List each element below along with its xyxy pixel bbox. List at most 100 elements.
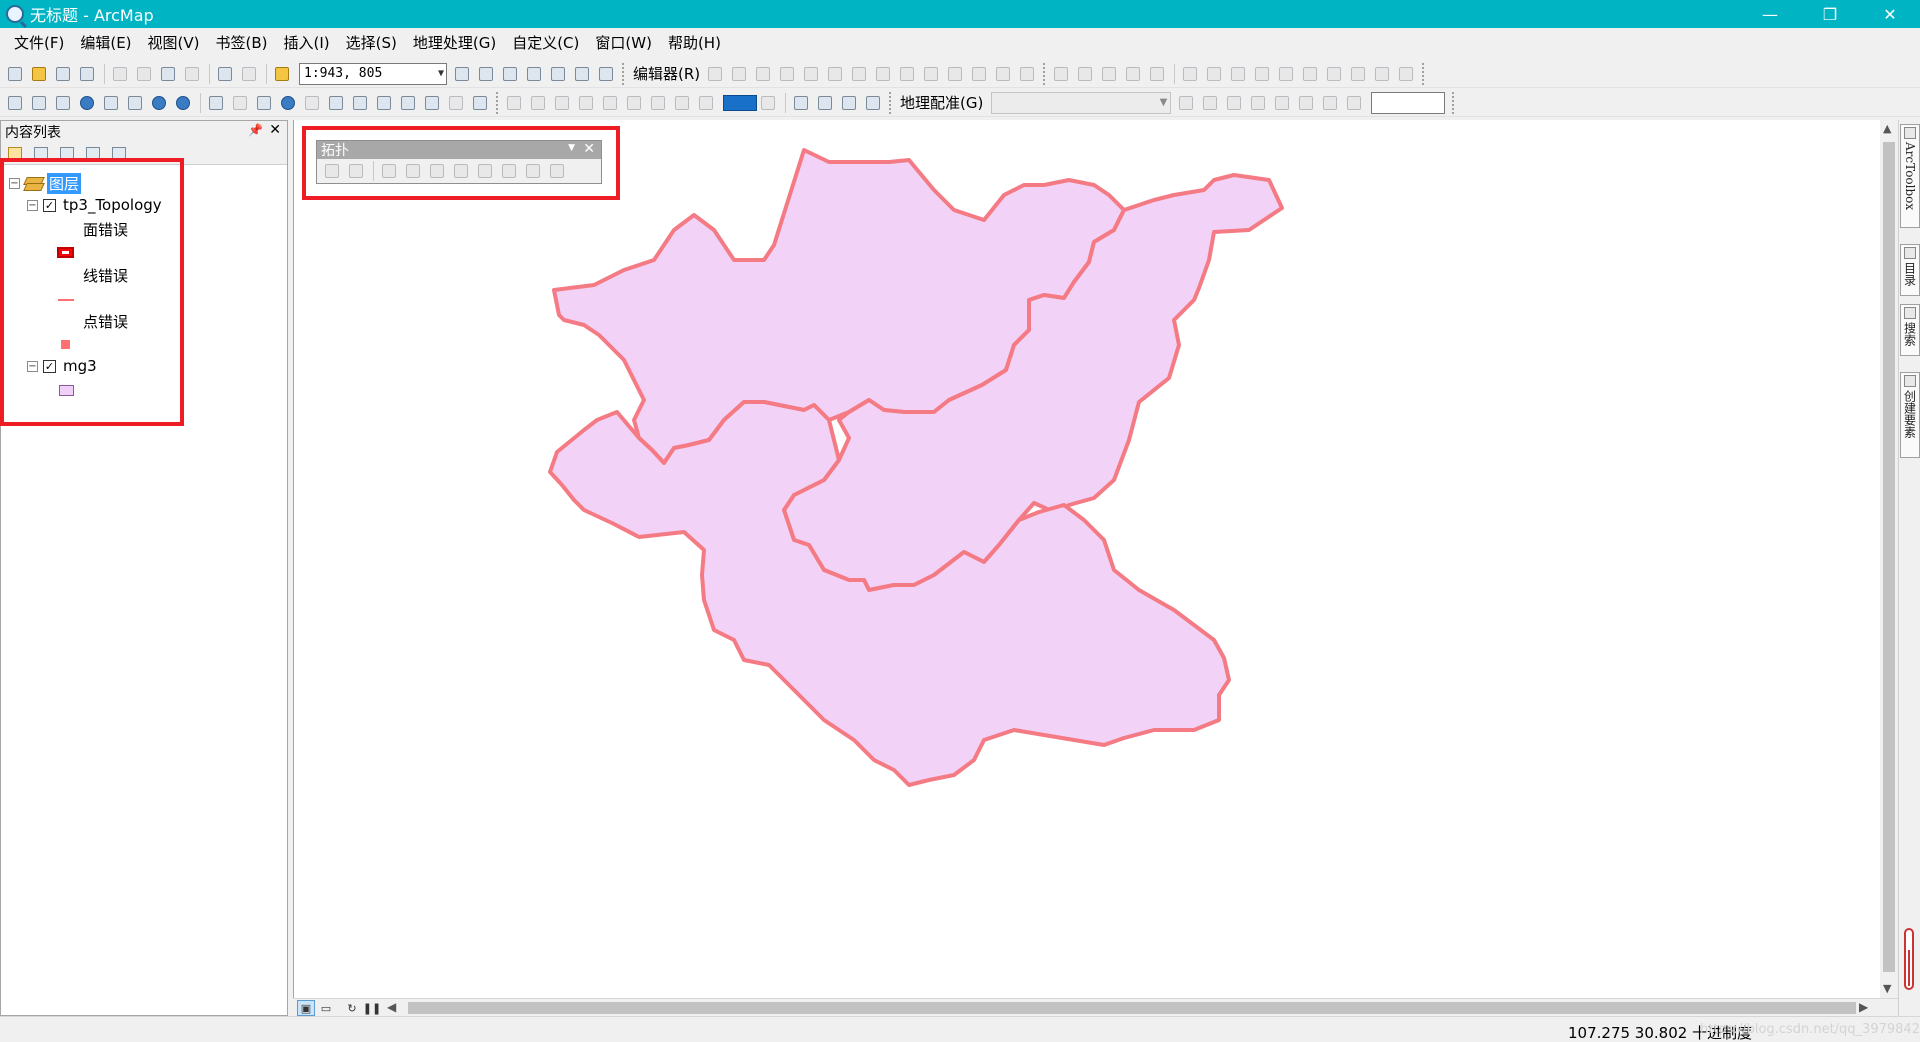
area-error-symbol[interactable] [57, 247, 74, 258]
snap-vertex-icon[interactable] [1098, 63, 1120, 85]
save-icon[interactable] [52, 63, 74, 85]
mg3-polygons[interactable] [548, 148, 1284, 787]
layout-zoom-in-icon[interactable] [503, 92, 525, 114]
extend-icon[interactable] [1275, 63, 1297, 85]
chevron-down-icon[interactable]: ▼ [1160, 97, 1168, 108]
planarize-lines-icon[interactable] [426, 160, 448, 182]
copy-icon[interactable] [133, 63, 155, 85]
layer-name[interactable]: tp3_Topology [63, 196, 162, 214]
list-by-drawing-order-icon[interactable] [5, 145, 25, 163]
editor-menu[interactable]: 编辑器(R) [633, 63, 700, 84]
model-builder-icon[interactable] [595, 63, 617, 85]
dock-tab-search[interactable]: 搜索 [1900, 304, 1920, 356]
delete-icon[interactable] [181, 63, 203, 85]
globe-icon[interactable] [1203, 63, 1225, 85]
data-driven-pages-icon[interactable] [862, 92, 884, 114]
chevron-down-icon[interactable]: ▼ [568, 143, 575, 153]
clear-selection-icon[interactable] [229, 92, 251, 114]
close-window-button[interactable]: ✕ [1860, 0, 1920, 28]
menu-selection[interactable]: 选择(S) [338, 28, 405, 58]
layer-visibility-checkbox[interactable]: ✓ [43, 198, 56, 212]
menu-edit[interactable]: 编辑(E) [72, 28, 139, 58]
straight-segment-icon[interactable] [752, 63, 774, 85]
find-route-icon[interactable] [397, 92, 419, 114]
list-by-source-icon[interactable] [31, 145, 51, 163]
scroll-left-icon[interactable]: ◀ [387, 1000, 396, 1014]
view-link-table-icon[interactable] [1319, 92, 1341, 114]
snap-point-icon[interactable] [1050, 63, 1072, 85]
change-layout-icon[interactable] [838, 92, 860, 114]
topology-edit-tool-icon[interactable] [345, 160, 367, 182]
toolbar-grip[interactable] [622, 62, 626, 85]
layers-root-row[interactable]: − 图层 [9, 173, 82, 194]
dock-tab-catalog[interactable]: 目录 [1900, 244, 1920, 296]
map-canvas[interactable] [294, 120, 1881, 1000]
vertical-scroll-thumb[interactable] [1883, 142, 1895, 972]
measure-icon[interactable] [349, 92, 371, 114]
menu-customize[interactable]: 自定义(C) [504, 28, 587, 58]
catalog-icon[interactable] [499, 63, 521, 85]
layout-back-icon[interactable] [671, 92, 693, 114]
map-view[interactable] [293, 120, 1880, 1000]
generalize-icon[interactable] [1371, 63, 1393, 85]
collapse-icon[interactable]: − [27, 199, 38, 211]
scroll-right-icon[interactable]: ▶ [1859, 1000, 1868, 1014]
layout-zoom-out-icon[interactable] [527, 92, 549, 114]
menu-help[interactable]: 帮助(H) [660, 28, 729, 58]
endpoint-arc-icon[interactable] [776, 63, 798, 85]
layout-forward-icon[interactable] [695, 92, 717, 114]
explode-icon[interactable] [1347, 63, 1369, 85]
cut-polygons-icon[interactable] [896, 63, 918, 85]
toolbar-grip[interactable] [1422, 62, 1426, 85]
map-topology-icon[interactable] [321, 160, 343, 182]
smooth-icon[interactable] [1395, 63, 1417, 85]
split-icon[interactable] [920, 63, 942, 85]
trim-icon[interactable] [1299, 63, 1321, 85]
go-forward-icon[interactable] [172, 92, 194, 114]
error-inspector-icon[interactable] [546, 160, 568, 182]
edit-annotation-icon[interactable] [728, 63, 750, 85]
minimize-button[interactable]: — [1740, 0, 1800, 28]
open-folder-icon[interactable] [28, 63, 50, 85]
toolbar-grip[interactable] [1452, 91, 1456, 114]
fixed-zoom-in-icon[interactable] [100, 92, 122, 114]
reshape-icon[interactable] [872, 63, 894, 85]
layer-row-tp3-topology[interactable]: − ✓ tp3_Topology [27, 196, 162, 214]
menu-geoprocessing[interactable]: 地理处理(G) [405, 28, 504, 58]
chevron-down-icon[interactable]: ▼ [438, 68, 444, 79]
create-features-icon[interactable] [1016, 63, 1038, 85]
layers-root-label[interactable]: 图层 [47, 173, 82, 194]
rotate-georef-icon[interactable] [1175, 92, 1197, 114]
identify-icon[interactable] [277, 92, 299, 114]
fill-color-swatch[interactable] [723, 94, 757, 111]
map-vertical-scrollbar[interactable]: ▲ ▼ [1880, 120, 1898, 1000]
list-by-visibility-icon[interactable] [57, 145, 77, 163]
cut-icon[interactable] [109, 63, 131, 85]
menu-bookmarks[interactable]: 书签(B) [208, 28, 276, 58]
shift-georef-icon[interactable] [1199, 92, 1221, 114]
python-window-icon[interactable] [571, 63, 593, 85]
rotate-view-icon[interactable] [1343, 92, 1365, 114]
layout-view-icon[interactable]: ▭ [317, 1000, 335, 1016]
attributes-icon[interactable] [968, 63, 990, 85]
table-of-contents-icon[interactable] [475, 63, 497, 85]
collapse-icon[interactable]: − [27, 360, 38, 372]
layer-row-mg3[interactable]: − ✓ mg3 [27, 357, 97, 375]
show-shared-features-icon[interactable] [378, 160, 400, 182]
rotation-angle-input[interactable] [1371, 91, 1446, 114]
paste-icon[interactable] [157, 63, 179, 85]
pause-drawing-icon[interactable]: ❚❚ [363, 1000, 381, 1016]
full-extent-icon[interactable] [76, 92, 98, 114]
layout-pan-icon[interactable] [551, 92, 573, 114]
point-error-symbol[interactable] [61, 340, 70, 349]
fixed-zoom-out-icon[interactable] [124, 92, 146, 114]
layout-fixed-zoom-in-icon[interactable] [623, 92, 645, 114]
toolbar-grip[interactable] [889, 91, 893, 114]
time-slider-icon[interactable] [445, 92, 467, 114]
delete-link-icon[interactable] [1295, 92, 1317, 114]
copy-features-icon[interactable] [1227, 63, 1249, 85]
snap-tangent-icon[interactable] [1146, 63, 1168, 85]
toolbar-grip[interactable] [1043, 62, 1047, 85]
collapse-icon[interactable]: − [9, 178, 20, 189]
zoom-in-icon[interactable] [4, 92, 26, 114]
